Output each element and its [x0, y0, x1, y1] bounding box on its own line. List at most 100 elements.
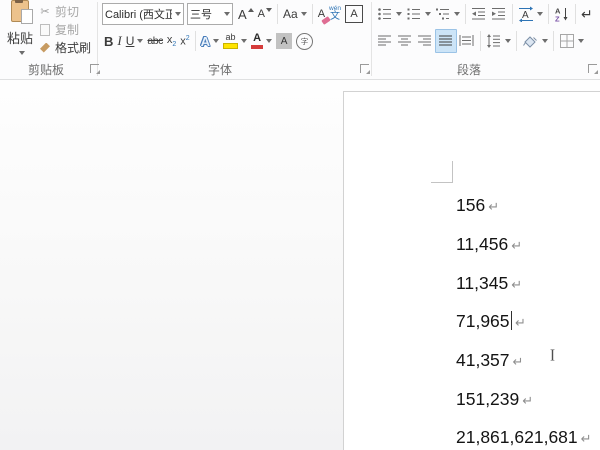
document-line: 11,345 ↵ [456, 273, 523, 293]
svg-text:Z: Z [555, 15, 560, 23]
borders-dropdown-arrow-icon[interactable] [578, 39, 584, 43]
font-size-combobox[interactable]: 三号 [187, 3, 233, 25]
phonetic-guide-icon: wén 文 [329, 4, 341, 23]
bold-button[interactable]: B [102, 30, 115, 52]
group-separator [371, 2, 372, 76]
change-case-dropdown-arrow-icon [300, 12, 307, 16]
font-name-dropdown-arrow-icon[interactable] [175, 12, 181, 16]
line-spacing-button[interactable] [484, 30, 513, 52]
multilevel-list-icon [436, 8, 449, 20]
align-center-button[interactable] [395, 30, 415, 52]
multilevel-list-button[interactable] [433, 3, 462, 25]
underline-dropdown-arrow-icon[interactable] [137, 39, 144, 43]
shrink-font-button[interactable]: A [256, 3, 274, 25]
text-effects-dropdown-arrow-icon[interactable] [213, 39, 220, 43]
margin-corner-mark [452, 161, 453, 183]
cut-button[interactable]: ✂ 剪切 [37, 3, 95, 20]
distribute-button[interactable] [457, 30, 477, 52]
character-border-button[interactable]: A [343, 3, 365, 25]
paste-label: 粘贴 [6, 31, 33, 46]
word-window: 粘贴 ✂ 剪切 复制 格式刷 剪贴板 Calibri (西文正 三号 A A A… [0, 0, 600, 450]
align-left-button[interactable] [375, 30, 395, 52]
strikethrough-button[interactable]: abc [145, 30, 164, 52]
paste-clipboard-icon [11, 0, 33, 24]
numbering-dropdown-arrow-icon[interactable] [425, 12, 431, 16]
bullets-button[interactable] [375, 3, 404, 25]
borders-button[interactable] [557, 30, 586, 52]
paragraph-dialog-launcher[interactable] [588, 64, 597, 73]
document-line: 71,965 ↵ [456, 311, 526, 331]
format-painter-button[interactable]: 格式刷 [37, 39, 95, 56]
bullets-dropdown-arrow-icon[interactable] [396, 12, 402, 16]
document-area: 156 ↵ 11,456 ↵ 11,345 ↵ 71,965 ↵ 41,357 ↵ 151… [0, 80, 600, 450]
asian-layout-dropdown-arrow-icon[interactable] [537, 12, 543, 16]
font-name-combobox[interactable]: Calibri (西文正 [102, 3, 184, 25]
paste-dropdown-arrow-icon[interactable] [18, 51, 25, 55]
numbering-icon [407, 8, 420, 20]
grow-font-caret-icon [247, 8, 254, 12]
increase-indent-button[interactable] [489, 3, 509, 25]
line-spacing-dropdown-arrow-icon[interactable] [505, 39, 511, 43]
shading-bucket-icon [523, 36, 537, 48]
document-line: 41,357 ↵ [456, 350, 524, 370]
decrease-indent-button[interactable] [469, 3, 489, 25]
align-right-button[interactable] [415, 30, 435, 52]
paragraph-mark-glyph: ↵ [488, 199, 500, 214]
character-border-icon: A [344, 5, 363, 23]
document-page[interactable]: 156 ↵ 11,456 ↵ 11,345 ↵ 71,965 ↵ 41,357 ↵ 151… [343, 91, 600, 450]
italic-button[interactable]: I [115, 30, 123, 52]
font-color-button[interactable]: A [249, 30, 274, 52]
show-hide-marks-button[interactable]: ↵ [579, 3, 595, 25]
copy-label: 复制 [55, 23, 80, 37]
sort-button[interactable]: A Z [552, 3, 572, 25]
highlight-dropdown-arrow-icon[interactable] [241, 39, 248, 43]
phonetic-guide-button[interactable]: wén 文 [327, 3, 343, 25]
paste-button[interactable]: 粘贴 [2, 0, 38, 58]
cut-label: 剪切 [55, 5, 80, 19]
distribute-icon [459, 35, 474, 46]
justify-button[interactable] [435, 29, 457, 53]
ibeam-cursor-icon: I [550, 346, 555, 366]
change-case-button[interactable]: Aa [281, 3, 309, 25]
subscript-button[interactable]: x2 [165, 30, 178, 52]
margin-corner-mark [431, 182, 453, 183]
document-line: 156 ↵ [456, 195, 500, 215]
paragraph-group-label: 段落 [456, 63, 481, 77]
font-name-value: Calibri (西文正 [105, 9, 172, 21]
superscript-button[interactable]: x2 [178, 30, 191, 52]
document-line: 11,456 ↵ [456, 234, 523, 254]
text-effects-icon: A [200, 33, 211, 49]
copy-button[interactable]: 复制 [37, 20, 95, 38]
format-painter-icon [37, 42, 53, 53]
asian-layout-icon: A [519, 6, 533, 22]
grow-font-button[interactable]: A [236, 3, 256, 25]
clipboard-dialog-launcher[interactable] [90, 64, 99, 73]
multilevel-dropdown-arrow-icon[interactable] [454, 12, 460, 16]
text-effects-button[interactable]: A [199, 30, 221, 52]
paragraph-mark-icon: ↵ [581, 5, 593, 22]
shading-dropdown-arrow-icon[interactable] [542, 39, 548, 43]
document-line: 151,239 ↵ [456, 389, 534, 409]
highlight-icon: ab [223, 33, 239, 49]
paragraph-mark-glyph: ↵ [512, 354, 524, 369]
line-spacing-icon [487, 34, 500, 48]
underline-button[interactable]: U [124, 30, 146, 52]
clear-formatting-button[interactable]: A [316, 3, 331, 25]
font-color-dropdown-arrow-icon[interactable] [266, 39, 273, 43]
numbering-button[interactable] [404, 3, 433, 25]
font-dialog-launcher[interactable] [360, 64, 369, 73]
scissors-icon: ✂ [40, 6, 50, 18]
font-color-icon: A [251, 33, 264, 49]
character-shading-icon: A [276, 33, 293, 49]
ribbon-home-tab: 粘贴 ✂ 剪切 复制 格式刷 剪贴板 Calibri (西文正 三号 A A A… [0, 0, 600, 80]
bullets-icon [378, 8, 391, 20]
font-size-dropdown-arrow-icon[interactable] [224, 12, 230, 16]
sort-icon: A Z [555, 7, 568, 23]
shading-button[interactable] [520, 30, 550, 52]
paragraph-mark-glyph: ↵ [580, 431, 592, 446]
asian-layout-button[interactable]: A [516, 3, 545, 25]
text-highlight-button[interactable]: ab [221, 30, 249, 52]
character-shading-button[interactable]: A [274, 30, 294, 52]
shrink-font-caret-icon [266, 8, 273, 12]
enclose-characters-button[interactable]: 字 [294, 30, 315, 52]
